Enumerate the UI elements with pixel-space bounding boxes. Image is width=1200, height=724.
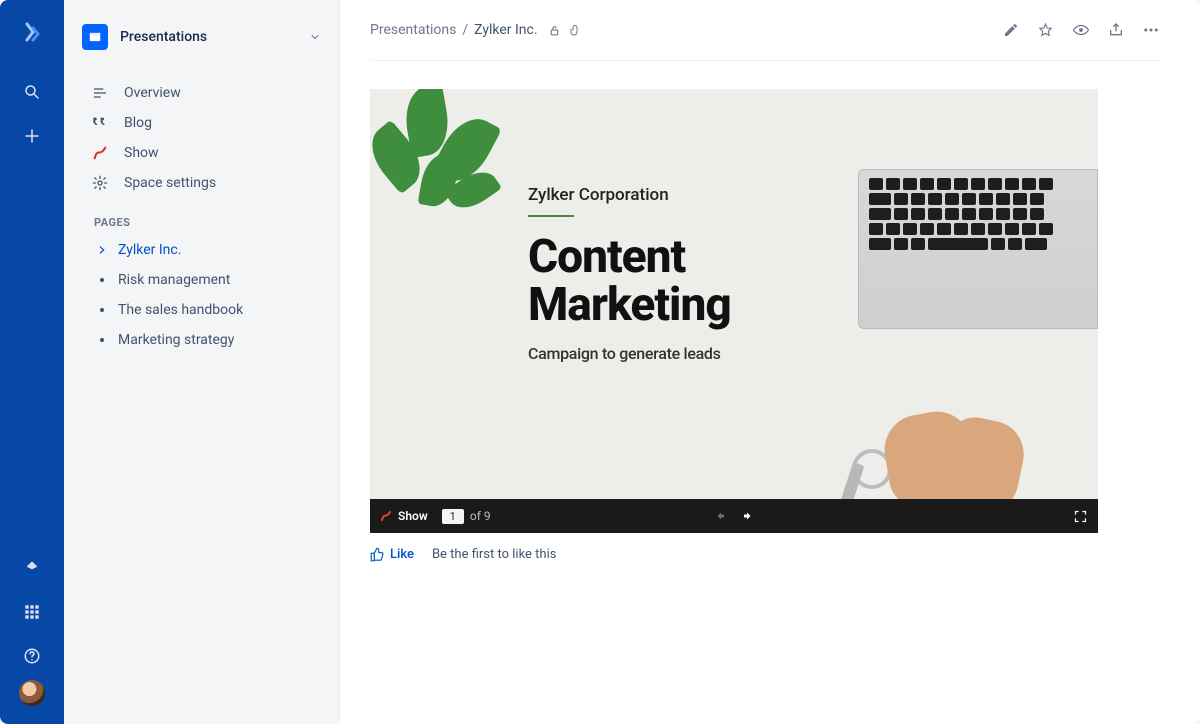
nav-space-settings[interactable]: Space settings (64, 168, 339, 198)
slide-accent-line (528, 215, 574, 217)
nav-show-label: Show (124, 145, 159, 161)
page-total-number: 9 (484, 509, 491, 523)
pages-header: PAGES (64, 198, 339, 235)
gear-icon (92, 175, 114, 191)
bullet-icon (94, 338, 110, 342)
player-brand-label: Show (398, 509, 428, 523)
sidebar-page-zylker[interactable]: Zylker Inc. (64, 235, 339, 265)
slide-title: Content Marketing (528, 233, 731, 330)
search-icon[interactable] (12, 72, 52, 112)
space-avatar-icon (82, 24, 108, 50)
sidebar-page-label: Risk management (118, 272, 230, 288)
notifications-icon[interactable] (12, 548, 52, 588)
sidebar-page-label: Marketing strategy (118, 332, 234, 348)
page-number-input[interactable]: 1 (442, 509, 464, 524)
player-brand: Show (380, 509, 428, 523)
presentation-slide: Zylker Corporation Content Marketing Cam… (370, 89, 1098, 499)
breadcrumb-current: Zylker Inc. (474, 22, 537, 38)
apps-icon[interactable] (12, 592, 52, 632)
slide-title-line2: Marketing (528, 278, 731, 332)
share-icon[interactable] (1108, 21, 1124, 39)
page-of-label: of (470, 509, 481, 523)
star-icon[interactable] (1037, 21, 1054, 39)
chevron-right-icon (94, 245, 110, 255)
nav-overview[interactable]: Overview (64, 78, 339, 108)
global-rail (0, 0, 64, 724)
chevron-down-icon (309, 31, 321, 43)
page-total: of 9 (470, 509, 491, 523)
create-icon[interactable] (12, 116, 52, 156)
slide-title-line1: Content (528, 230, 685, 284)
restrictions-unlocked-icon[interactable] (548, 24, 561, 37)
sidebar-page-sales[interactable]: The sales handbook (64, 295, 339, 325)
decorative-hands-image (868, 379, 1038, 499)
sidebar-page-marketing[interactable]: Marketing strategy (64, 325, 339, 355)
like-button-label: Like (390, 547, 414, 562)
like-hint: Be the first to like this (432, 547, 557, 562)
sidebar-page-risk[interactable]: Risk management (64, 265, 339, 295)
watch-icon[interactable] (1072, 21, 1090, 39)
header-divider (370, 60, 1160, 61)
more-icon[interactable] (1142, 21, 1160, 39)
nav-space-settings-label: Space settings (124, 175, 216, 191)
fullscreen-icon[interactable] (1073, 509, 1088, 524)
blog-icon (92, 115, 114, 131)
nav-blog[interactable]: Blog (64, 108, 339, 138)
sidebar-page-label: The sales handbook (118, 302, 243, 318)
sidebar-page-label: Zylker Inc. (118, 242, 181, 258)
breadcrumb-root[interactable]: Presentations (370, 22, 456, 38)
overview-icon (92, 85, 114, 101)
prev-slide-icon (713, 510, 727, 522)
slide-company: Zylker Corporation (528, 185, 731, 205)
edit-icon[interactable] (1003, 21, 1019, 39)
decorative-plant-image (370, 89, 532, 233)
breadcrumb-separator: / (462, 22, 468, 38)
help-icon[interactable] (12, 636, 52, 676)
nav-show[interactable]: Show (64, 138, 339, 168)
space-name: Presentations (120, 29, 309, 45)
space-selector[interactable]: Presentations (64, 18, 339, 56)
attachments-icon[interactable] (569, 24, 581, 37)
page-header: Presentations / Zylker Inc. (370, 0, 1160, 60)
bullet-icon (94, 278, 110, 282)
slide-subtitle: Campaign to generate leads (528, 344, 731, 363)
bullet-icon (94, 308, 110, 312)
player-toolbar: Show 1 of 9 (370, 499, 1098, 533)
decorative-laptop-image (858, 169, 1098, 369)
main-content: Presentations / Zylker Inc. Zylker Corpo… (340, 0, 1200, 724)
next-slide-icon[interactable] (741, 510, 755, 522)
space-sidebar: Presentations Overview Blog Show Space s… (64, 0, 340, 724)
page-actions (1003, 21, 1160, 39)
profile-avatar[interactable] (19, 680, 45, 706)
like-button[interactable]: Like (370, 547, 414, 562)
breadcrumb: Presentations / Zylker Inc. (370, 22, 581, 38)
show-icon (92, 145, 114, 161)
nav-blog-label: Blog (124, 115, 152, 131)
nav-overview-label: Overview (124, 85, 181, 101)
app-logo-icon[interactable] (20, 20, 44, 44)
